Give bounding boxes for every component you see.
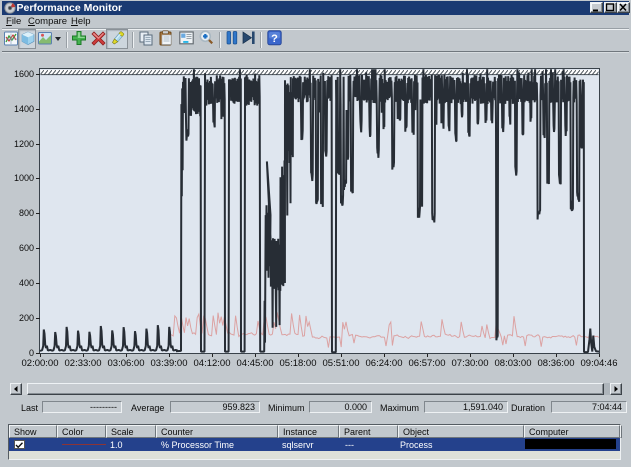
svg-text:?: ?	[271, 33, 278, 45]
